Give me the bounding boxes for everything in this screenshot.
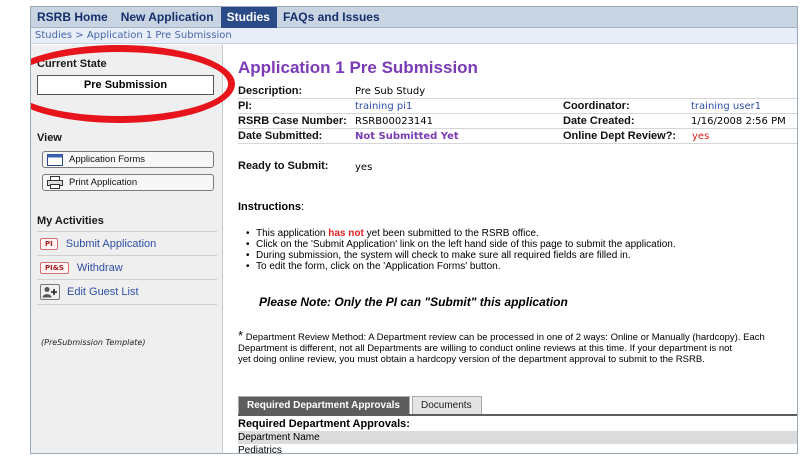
submit-application-item[interactable]: PI Submit Application — [40, 234, 156, 254]
pi-value-link[interactable]: training pi1 — [355, 101, 412, 112]
application-forms-button[interactable]: Application Forms — [42, 151, 214, 168]
dept-review-line: * Department Review Method: A Department… — [238, 329, 797, 343]
pi-label: PI: — [238, 100, 253, 112]
description-value: Pre Sub Study — [355, 86, 426, 97]
table-row: Pediatrics — [238, 445, 282, 454]
tab-documents[interactable]: Documents — [412, 396, 482, 414]
instructions-heading: Instructions: — [238, 201, 305, 213]
activities-divider — [37, 231, 217, 232]
withdraw-link[interactable]: Withdraw — [77, 262, 123, 274]
dept-review-line: yet doing online review, you must obtain… — [238, 354, 705, 365]
case-number-value: RSRB00023141 — [355, 116, 434, 127]
instructions-label: Instructions — [238, 201, 301, 213]
list-item: Click on the 'Submit Application' link o… — [246, 239, 797, 250]
edit-guest-list-link[interactable]: Edit Guest List — [67, 286, 139, 298]
nav-tab-new-application[interactable]: New Application — [115, 7, 221, 28]
bullet-text: This application — [256, 228, 329, 239]
date-created-value: 1/16/2008 2:56 PM — [691, 116, 786, 127]
row-divider — [238, 128, 797, 129]
required-approvals-heading: Required Department Approvals: — [238, 418, 410, 430]
nav-tab-rsrb-home[interactable]: RSRB Home — [31, 7, 115, 28]
description-label: Description: — [238, 85, 303, 97]
sidebar: Current State Pre Submission View Applic… — [31, 45, 235, 453]
coordinator-value-link[interactable]: training user1 — [691, 101, 761, 112]
pi-badge-icon: PI — [40, 238, 58, 250]
tab-required-department-approvals[interactable]: Required Department Approvals — [238, 396, 410, 414]
nav-tab-faqs[interactable]: FAQs and Issues — [277, 7, 387, 28]
approval-tabs: Required Department Approvals Documents — [238, 396, 484, 414]
view-heading: View — [37, 132, 62, 144]
my-activities-heading: My Activities — [37, 215, 104, 227]
browser-frame: RSRB Home New Application Studies FAQs a… — [30, 6, 798, 454]
print-application-button[interactable]: Print Application — [42, 174, 214, 191]
current-state-heading: Current State — [37, 58, 107, 70]
department-review-note: * Department Review Method: A Department… — [238, 329, 797, 365]
main-content: Application 1 Pre Submission Description… — [224, 45, 797, 454]
form-icon — [47, 153, 63, 166]
breadcrumb[interactable]: Studies > Application 1 Pre Submission — [31, 28, 797, 44]
date-submitted-label: Date Submitted: — [238, 130, 323, 142]
add-user-icon — [40, 284, 60, 300]
pi-s-badge-icon: PI&S — [40, 262, 69, 274]
list-item: This application has not yet been submit… — [246, 228, 797, 239]
application-forms-label: Application Forms — [69, 154, 146, 165]
bullet-text: yet been submitted to the RSRB office. — [363, 228, 539, 239]
nav-tab-studies[interactable]: Studies — [220, 7, 277, 28]
dept-review-text: Department Review Method: A Department r… — [243, 332, 765, 343]
pi-submit-note: Please Note: Only the PI can "Submit" th… — [259, 295, 568, 309]
list-item: To edit the form, click on the 'Applicat… — [246, 261, 797, 272]
print-application-label: Print Application — [69, 177, 138, 188]
online-dept-review-value: yes — [692, 131, 710, 142]
bullet-emphasis: has not — [328, 228, 364, 239]
row-divider — [238, 113, 797, 114]
page-title: Application 1 Pre Submission — [238, 58, 478, 77]
date-submitted-value: Not Submitted Yet — [355, 131, 459, 142]
required-approvals-label: Required Department Approvals — [238, 418, 407, 430]
case-number-label: RSRB Case Number: — [238, 115, 347, 127]
dept-review-line: Department is different, not all Departm… — [238, 343, 733, 354]
top-nav: RSRB Home New Application Studies FAQs a… — [31, 7, 797, 28]
instructions-list: This application has not yet been submit… — [246, 228, 797, 272]
online-dept-review-label: Online Dept Review?: — [563, 130, 677, 142]
date-created-label: Date Created: — [563, 115, 635, 127]
row-divider — [238, 98, 797, 99]
activities-divider — [37, 255, 217, 256]
row-divider — [238, 143, 797, 144]
template-note: (PreSubmission Template) — [41, 338, 146, 347]
activities-divider — [37, 304, 217, 305]
table-header-department-name: Department Name — [238, 431, 797, 444]
tab-bar-line — [238, 414, 797, 416]
current-state-value: Pre Submission — [37, 75, 214, 95]
submit-application-link[interactable]: Submit Application — [66, 238, 157, 250]
ready-to-submit-label: Ready to Submit: — [238, 160, 329, 172]
printer-icon — [47, 176, 63, 189]
list-item: During submission, the system will check… — [246, 250, 797, 261]
edit-guest-list-item[interactable]: Edit Guest List — [40, 282, 139, 302]
ready-to-submit-value: yes — [355, 162, 373, 173]
coordinator-label: Coordinator: — [563, 100, 630, 112]
withdraw-item[interactable]: PI&S Withdraw — [40, 258, 123, 278]
activities-divider — [37, 279, 217, 280]
